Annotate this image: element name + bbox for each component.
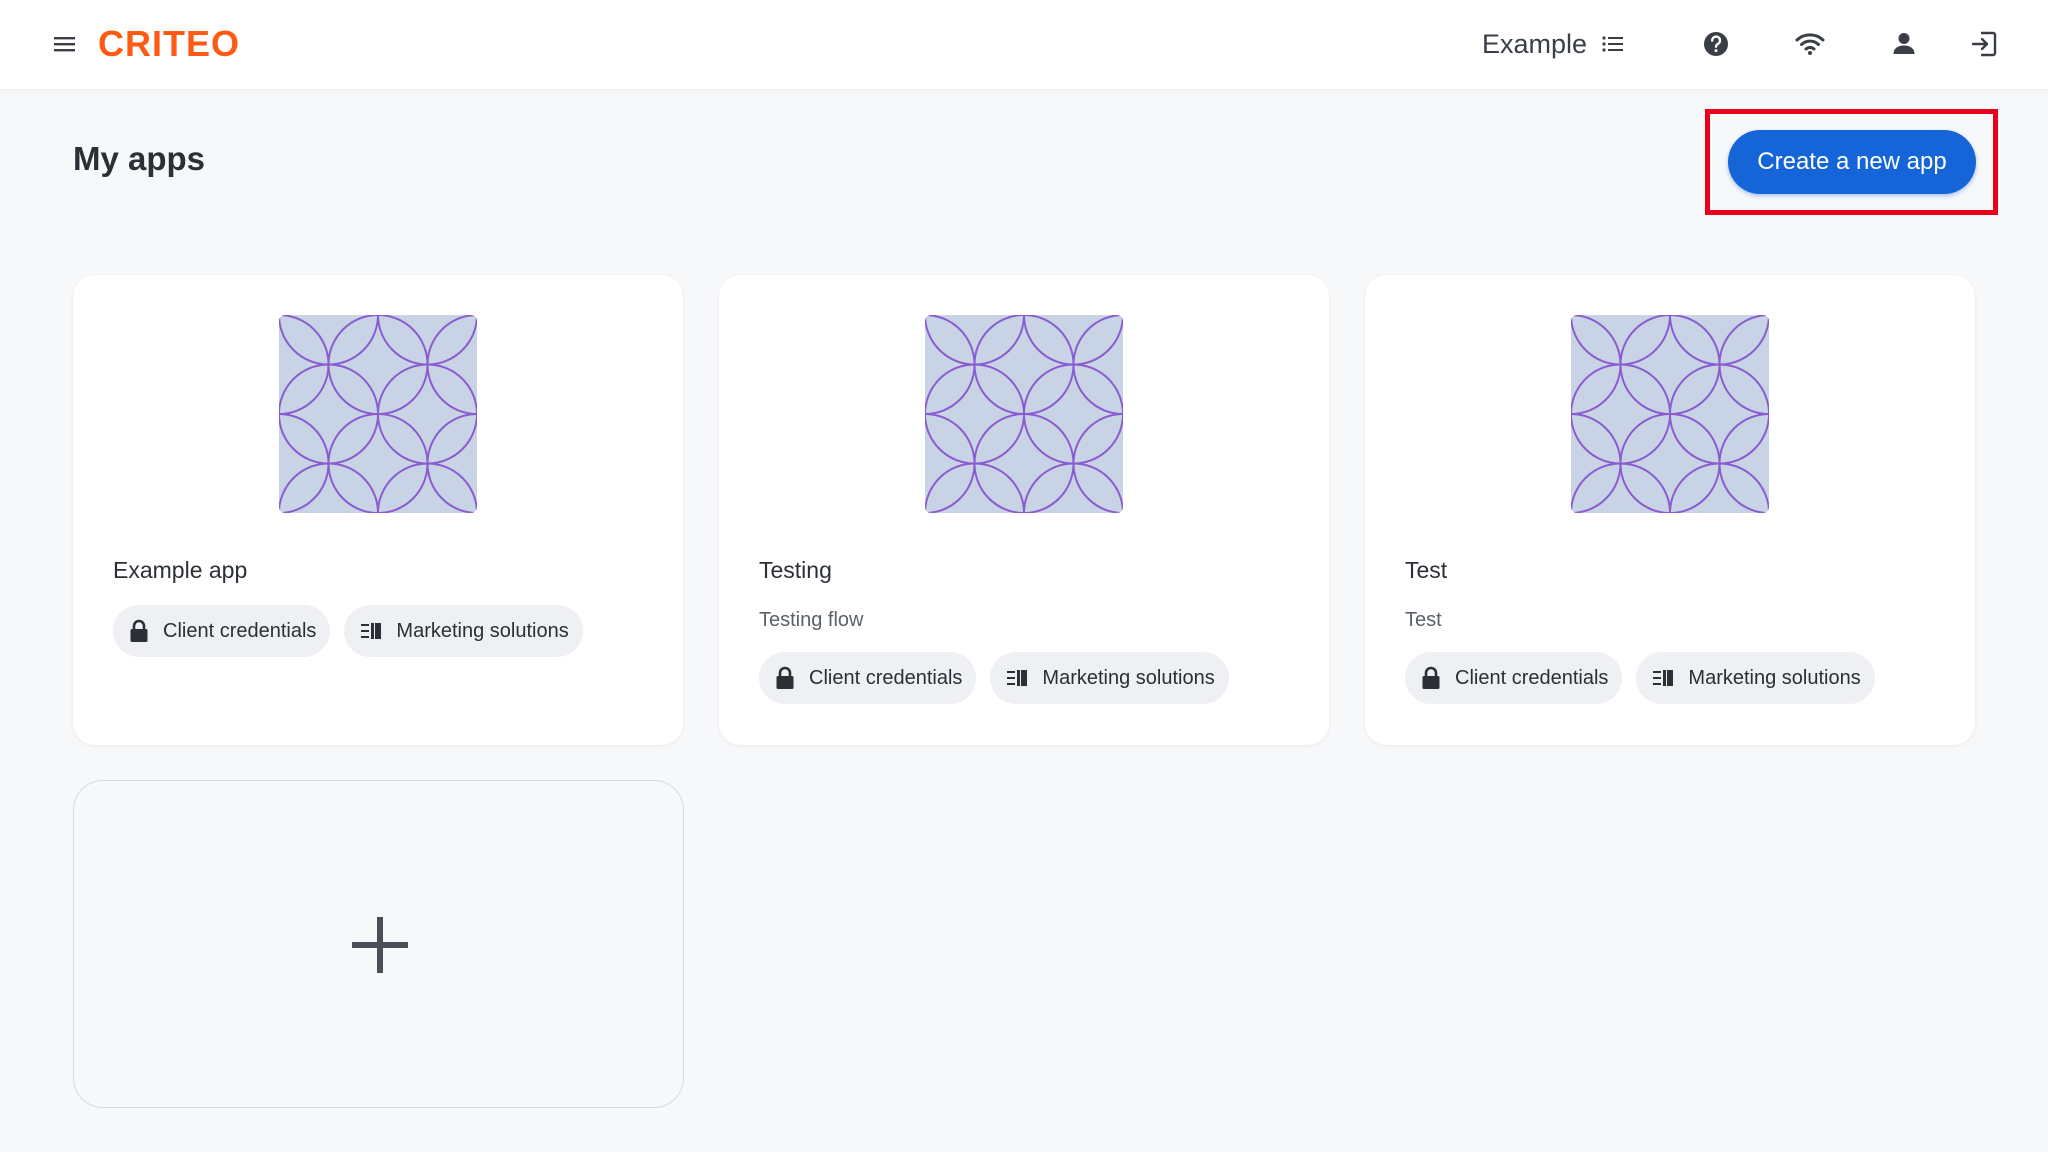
app-card[interactable]: Testing Testing flow Client credentials … — [719, 275, 1329, 745]
lock-icon — [1422, 666, 1440, 689]
app-tags: Client credentials Marketing solutions — [1405, 652, 1875, 704]
wifi-icon[interactable] — [1793, 27, 1827, 61]
chip-label: Client credentials — [1455, 666, 1609, 689]
app-name: Testing — [759, 557, 832, 583]
app-card[interactable]: Example app Client credentials Marketing… — [73, 275, 683, 745]
marketing-icon — [361, 623, 382, 639]
lock-icon — [776, 666, 794, 689]
chip-client-credentials: Client credentials — [1405, 652, 1623, 704]
top-bar: CRITEO Example — [0, 0, 2048, 89]
app-name: Example app — [113, 557, 248, 583]
account-switcher[interactable]: Example — [1482, 24, 1625, 64]
chip-marketing-solutions: Marketing solutions — [1636, 652, 1875, 704]
logout-icon[interactable] — [1967, 27, 2001, 61]
chip-marketing-solutions: Marketing solutions — [344, 605, 583, 657]
app-card[interactable]: Test Test Client credentials Marketing s… — [1365, 275, 1975, 745]
add-app-card[interactable] — [73, 780, 684, 1108]
help-icon[interactable] — [1699, 27, 1733, 61]
app-pattern-icon — [1571, 315, 1769, 513]
account-name: Example — [1482, 29, 1588, 59]
menu-icon[interactable] — [52, 30, 80, 58]
criteo-logo[interactable]: CRITEO — [98, 22, 240, 66]
app-description: Testing flow — [759, 609, 864, 631]
app-pattern-icon — [279, 315, 477, 513]
app-tags: Client credentials Marketing solutions — [759, 652, 1229, 704]
marketing-icon — [1007, 670, 1028, 686]
app-tags: Client credentials Marketing solutions — [113, 605, 583, 657]
chip-label: Marketing solutions — [396, 619, 569, 642]
chip-client-credentials: Client credentials — [759, 652, 977, 704]
list-icon — [1602, 36, 1624, 52]
app-description: Test — [1405, 609, 1442, 631]
marketing-icon — [1653, 670, 1674, 686]
chip-label: Client credentials — [163, 619, 317, 642]
app-name: Test — [1405, 557, 1448, 583]
chip-marketing-solutions: Marketing solutions — [990, 652, 1229, 704]
plus-icon — [352, 917, 408, 973]
create-new-app-button[interactable]: Create a new app — [1728, 130, 1976, 194]
chip-label: Marketing solutions — [1688, 666, 1861, 689]
chip-label: Marketing solutions — [1042, 666, 1215, 689]
chip-label: Client credentials — [809, 666, 963, 689]
chip-client-credentials: Client credentials — [113, 605, 331, 657]
page-title: My apps — [73, 140, 206, 177]
lock-icon — [130, 619, 148, 642]
user-icon[interactable] — [1887, 27, 1921, 61]
app-pattern-icon — [925, 315, 1123, 513]
